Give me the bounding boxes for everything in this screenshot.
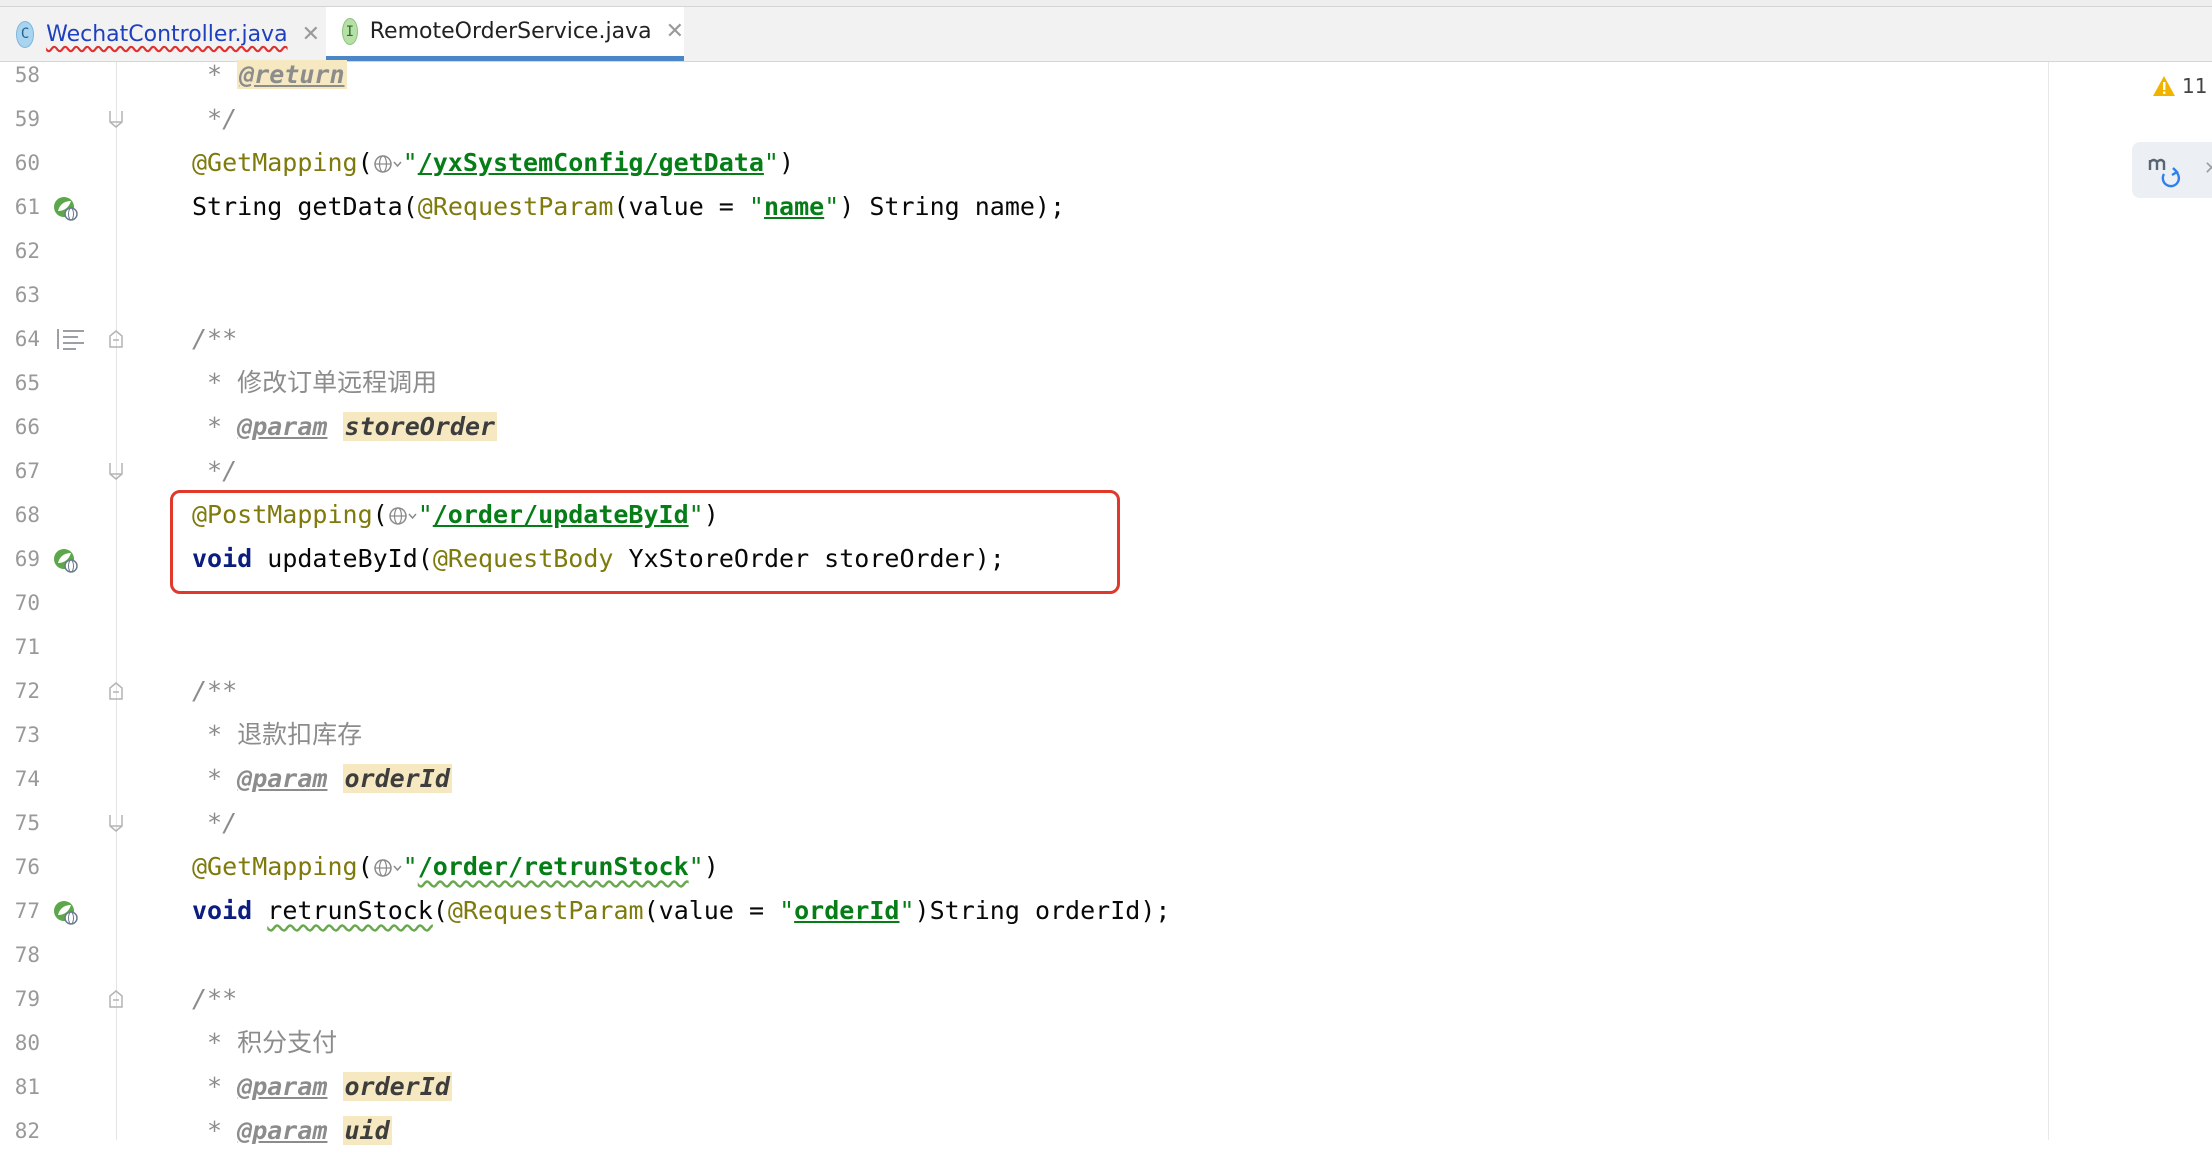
code-line: 58 * @return — [0, 53, 2040, 97]
right-margin-divider — [2048, 62, 2049, 1140]
line-number: 65 — [14, 371, 40, 395]
code-text: * 退款扣库存 — [192, 720, 363, 749]
fold-end-icon[interactable] — [108, 110, 124, 128]
code-line: 73 * 退款扣库存 — [0, 713, 2040, 757]
warning-count: 11 — [2182, 74, 2208, 98]
line-number: 61 — [14, 195, 40, 219]
maven-reload-button[interactable] — [2132, 142, 2212, 198]
fold-start-icon[interactable] — [108, 330, 124, 348]
close-icon[interactable]: ✕ — [666, 19, 684, 44]
line-number: 73 — [14, 723, 40, 747]
line-number: 60 — [14, 151, 40, 175]
code-line: 63 — [0, 273, 2040, 317]
code-line: 71 — [0, 625, 2040, 669]
fold-start-icon[interactable] — [108, 990, 124, 1008]
line-number: 62 — [14, 239, 40, 263]
code-text: void retrunStock(@RequestParam(value = "… — [192, 896, 1171, 925]
code-line: 61 String getData(@RequestParam(value = … — [0, 185, 2040, 229]
code-text: * @return — [192, 60, 347, 89]
inspection-widget[interactable]: 11 — [2152, 74, 2207, 98]
code-line: 76 @GetMapping("/order/retrunStock") — [0, 845, 2040, 889]
rendered-doc-icon[interactable] — [56, 327, 86, 351]
line-number: 76 — [14, 855, 40, 879]
line-number: 70 — [14, 591, 40, 615]
code-line: 66 * @param storeOrder — [0, 405, 2040, 449]
line-number: 69 — [14, 547, 40, 571]
class-icon: C — [16, 20, 35, 48]
code-line: 65 * 修改订单远程调用 — [0, 361, 2040, 405]
line-number: 75 — [14, 811, 40, 835]
line-number: 80 — [14, 1031, 40, 1055]
code-text: * @param orderId — [192, 764, 452, 793]
tab-label: RemoteOrderService.java — [369, 19, 652, 44]
code-line: 79 /** — [0, 977, 2040, 1021]
line-number: 74 — [14, 767, 40, 791]
code-editor[interactable]: 58 * @return 59 */ 60 @GetMapping("/yxSy… — [0, 53, 2040, 1153]
code-text: */ — [192, 104, 238, 133]
code-text: @GetMapping("/yxSystemConfig/getData") — [192, 148, 795, 177]
globe-icon[interactable] — [373, 152, 403, 176]
close-icon[interactable]: ✕ — [302, 22, 320, 47]
line-number: 58 — [14, 63, 40, 87]
line-number: 63 — [14, 283, 40, 307]
code-text: @GetMapping("/order/retrunStock") — [192, 852, 719, 881]
code-line: 75 */ — [0, 801, 2040, 845]
code-line: 59 */ — [0, 97, 2040, 141]
code-text: * @param storeOrder — [192, 412, 498, 441]
line-number: 77 — [14, 899, 40, 923]
maven-reload-icon — [2148, 158, 2181, 188]
line-number: 72 — [14, 679, 40, 703]
line-number: 78 — [14, 943, 40, 967]
code-line: 78 — [0, 933, 2040, 977]
code-text: /** — [192, 984, 238, 1013]
globe-icon[interactable] — [373, 856, 403, 880]
close-icon[interactable]: ✕ — [2204, 158, 2212, 179]
warning-icon — [2153, 76, 2175, 96]
window-top-strip — [0, 0, 2212, 7]
fold-end-icon[interactable] — [108, 814, 124, 832]
line-number: 79 — [14, 987, 40, 1011]
code-line: 62 — [0, 229, 2040, 273]
line-number: 66 — [14, 415, 40, 439]
code-text: * 积分支付 — [192, 1028, 338, 1057]
line-number: 71 — [14, 635, 40, 659]
fold-start-icon[interactable] — [108, 682, 124, 700]
line-number: 68 — [14, 503, 40, 527]
highlight-annotation-box — [170, 490, 1120, 594]
code-text: * 修改订单远程调用 — [192, 368, 438, 397]
code-text: /** — [192, 324, 238, 353]
spring-bean-icon[interactable] — [52, 547, 78, 573]
line-number: 59 — [14, 107, 40, 131]
code-text: /** — [192, 676, 238, 705]
spring-bean-icon[interactable] — [52, 899, 78, 925]
code-text: */ — [192, 808, 238, 837]
code-line: 77 void retrunStock(@RequestParam(value … — [0, 889, 2040, 933]
code-line: 67 */ — [0, 449, 2040, 493]
fold-end-icon[interactable] — [108, 462, 124, 480]
code-text: String getData(@RequestParam(value = "na… — [192, 192, 1066, 221]
line-number: 82 — [14, 1119, 40, 1143]
code-text: * @param orderId — [192, 1072, 452, 1101]
code-text: */ — [192, 456, 238, 485]
code-line: 81 * @param orderId — [0, 1065, 2040, 1109]
tab-label: WechatController.java — [46, 21, 288, 47]
code-line: 60 @GetMapping("/yxSystemConfig/getData"… — [0, 141, 2040, 185]
line-number: 64 — [14, 327, 40, 351]
spring-bean-icon[interactable] — [52, 195, 78, 221]
line-number: 81 — [14, 1075, 40, 1099]
code-line: 74 * @param orderId — [0, 757, 2040, 801]
interface-icon: I — [342, 18, 358, 45]
code-line: 72 /** — [0, 669, 2040, 713]
code-line: 82 * @param uid — [0, 1109, 2040, 1153]
code-line: 64 /** — [0, 317, 2040, 361]
line-number: 67 — [14, 459, 40, 483]
code-text: * @param uid — [192, 1116, 392, 1145]
code-line: 80 * 积分支付 — [0, 1021, 2040, 1065]
